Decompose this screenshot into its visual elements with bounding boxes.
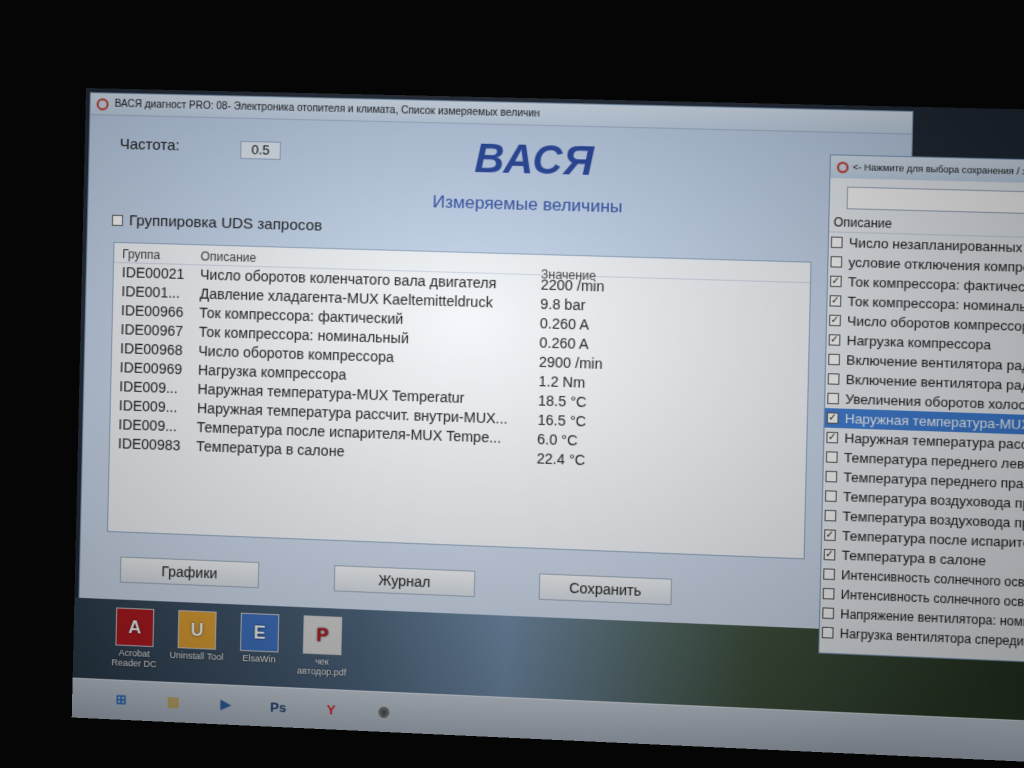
row-value: 18.5 °C (538, 392, 632, 411)
row-value: 22.4 °C (537, 450, 631, 470)
selection-window: <- Нажмите для выбора сохранения / заг О… (818, 154, 1024, 663)
save-button[interactable]: Сохранить (539, 573, 672, 605)
frequency-value: 0.5 (240, 141, 281, 160)
row-value: 2900 /min (539, 354, 633, 373)
row-value: 2200 /min (541, 276, 635, 295)
desktop-icon[interactable]: Pчек автодор.pdf (290, 615, 354, 678)
row-value: 16.5 °C (537, 412, 631, 432)
selection-item-checkbox[interactable]: ✓ (827, 412, 839, 424)
selection-item-checkbox[interactable]: ✓ (824, 529, 836, 541)
desktop-icon[interactable]: A Acrobat Reader DC (103, 607, 166, 670)
selection-item-checkbox[interactable]: ✓ (826, 432, 838, 444)
selection-item-checkbox[interactable]: ✓ (829, 315, 841, 327)
graphs-button[interactable]: Графики (120, 557, 259, 589)
uds-grouping-label: Группировка UDS запросов (129, 212, 323, 234)
row-value: 0.260 A (540, 315, 634, 334)
uds-grouping-checkbox[interactable] (112, 215, 123, 226)
desktop-app-icon: U (178, 610, 217, 650)
row-group: IDE00966 (121, 302, 194, 320)
row-value: 1.2 Nm (538, 373, 632, 392)
row-group: IDE001... (121, 283, 194, 301)
selection-item-checkbox[interactable] (823, 588, 835, 600)
desktop-icon[interactable]: E ElsaWin (228, 612, 292, 665)
vasya-app-icon (96, 98, 108, 110)
row-group: IDE009... (119, 378, 192, 396)
selection-item-checkbox[interactable] (827, 393, 839, 405)
yandex-icon[interactable]: Y (315, 694, 346, 726)
column-header-group[interactable]: Группа (122, 247, 195, 263)
selection-filter-input[interactable] (847, 187, 1024, 215)
desktop-app-icon: E (240, 613, 279, 653)
main-window-client: Частота: 0.5 ВАСЯ Измеряемые величины Гр… (79, 115, 911, 633)
start-icon[interactable]: ⊞ (106, 684, 137, 715)
photoshop-icon[interactable]: Ps (263, 691, 294, 723)
desktop-app-icon: A (115, 607, 154, 647)
brand-logo: ВАСЯ (474, 136, 595, 185)
selection-item-checkbox[interactable] (825, 471, 837, 483)
desktop-icon[interactable]: U Uninstall Tool (165, 610, 229, 663)
selection-item-checkbox[interactable] (830, 256, 842, 268)
selection-item-checkbox[interactable] (826, 451, 838, 463)
measurement-table: Группа Описание Значение IDE00021 Число о… (107, 242, 812, 560)
selection-item-checkbox[interactable]: ✓ (830, 295, 842, 307)
row-group: IDE009... (118, 416, 191, 435)
selection-item-checkbox[interactable] (828, 373, 840, 385)
page-subtitle: Измеряемые величины (432, 192, 623, 217)
selection-item-checkbox[interactable] (825, 510, 837, 522)
desktop-icon-label: Acrobat Reader DC (103, 647, 166, 670)
explorer-icon[interactable]: ▤ (158, 686, 189, 717)
media-icon[interactable]: ▶ (210, 689, 241, 721)
selection-item-checkbox[interactable]: ✓ (830, 276, 842, 288)
vasya-icon[interactable]: ◉ (368, 696, 399, 728)
selection-item-label: Нагрузка компрессора (846, 333, 991, 353)
row-group: IDE00967 (120, 321, 193, 339)
monitor-screen: ВАСЯ диагност PRO: 08- Электроника отопи… (72, 88, 1024, 763)
selection-item-checkbox[interactable] (823, 568, 835, 580)
selection-item-checkbox[interactable] (831, 237, 843, 249)
frequency-label: Частота: (120, 136, 180, 155)
selection-item-label: Нагрузка вентилятора спереди (840, 626, 1024, 648)
row-group: IDE00983 (118, 435, 191, 454)
row-value: 9.8 bar (540, 296, 634, 315)
row-group: IDE00968 (120, 340, 193, 358)
row-group: IDE00021 (122, 264, 195, 282)
selection-item-checkbox[interactable] (822, 627, 834, 639)
journal-button[interactable]: Журнал (334, 565, 476, 597)
row-value: 0.260 A (539, 334, 633, 353)
uds-grouping-row[interactable]: Группировка UDS запросов (112, 212, 323, 235)
desktop-icon-label: чек автодор.pdf (290, 655, 353, 678)
row-value: 6.0 °C (537, 431, 631, 451)
table-body: IDE00021 Число оборотов коленчатого вала … (110, 263, 810, 478)
selection-item-checkbox[interactable]: ✓ (829, 334, 841, 346)
selection-item-checkbox[interactable] (825, 490, 837, 502)
selection-window-title: <- Нажмите для выбора сохранения / заг (853, 162, 1024, 177)
selection-item-checkbox[interactable] (822, 607, 834, 619)
selection-window-titlebar[interactable]: <- Нажмите для выбора сохранения / заг (830, 155, 1024, 184)
selection-list: Число незапланированных пе условие отключ… (820, 232, 1024, 652)
selection-item-checkbox[interactable] (828, 354, 840, 366)
row-group: IDE00969 (119, 359, 192, 377)
row-group: IDE009... (119, 397, 192, 416)
vasya-app-icon (837, 161, 849, 173)
selection-item-checkbox[interactable]: ✓ (824, 549, 836, 561)
main-window: ВАСЯ диагност PRO: 08- Электроника отопи… (78, 92, 913, 634)
desktop-app-icon: P (303, 615, 342, 655)
